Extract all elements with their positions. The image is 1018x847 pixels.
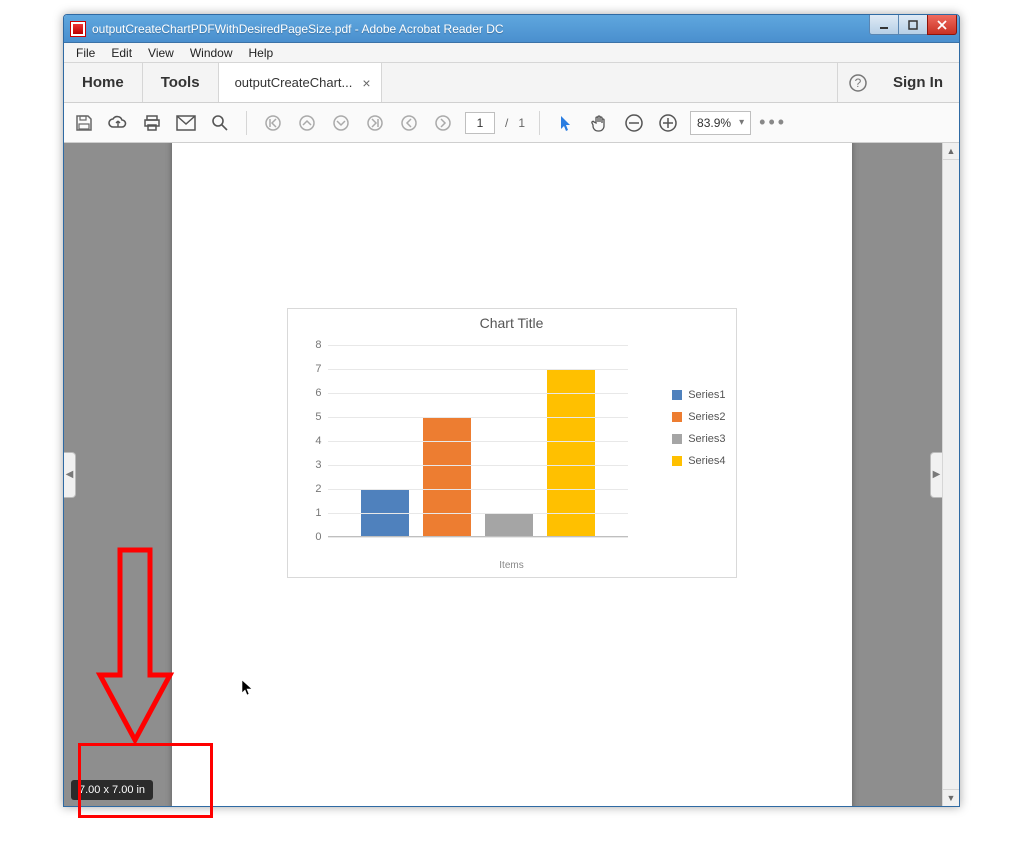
chart-y-tick: 3: [302, 459, 322, 471]
zoom-level-label: 83.9%: [697, 116, 731, 130]
document-area: ◀ ▶ ▲ ▼ Chart Title 012345678 Series1Ser…: [64, 143, 959, 806]
zoom-in-icon[interactable]: [656, 111, 680, 135]
legend-label: Series2: [688, 411, 725, 423]
menu-view[interactable]: View: [140, 46, 182, 60]
more-tools-icon[interactable]: •••: [761, 111, 785, 135]
app-window: outputCreateChartPDFWithDesiredPageSize.…: [63, 14, 960, 807]
menu-file[interactable]: File: [68, 46, 103, 60]
chart-gridline: [328, 345, 628, 346]
mail-icon[interactable]: [174, 111, 198, 135]
help-icon[interactable]: ?: [837, 63, 877, 102]
toolbar: 1 / 1 83.9% ▾ •••: [64, 103, 959, 143]
page-separator: /: [505, 116, 508, 130]
page-size-tooltip: 7.00 x 7.00 in: [71, 780, 153, 800]
chart-bar-series2: [423, 417, 471, 537]
chart-bar-series3: [485, 513, 533, 537]
hand-tool-icon[interactable]: [588, 111, 612, 135]
chart-y-tick: 1: [302, 507, 322, 519]
menu-help[interactable]: Help: [241, 46, 282, 60]
tab-tools[interactable]: Tools: [143, 63, 219, 102]
legend-swatch: [672, 456, 682, 466]
tab-home[interactable]: Home: [64, 63, 143, 102]
tab-document[interactable]: outputCreateChart... ×: [219, 62, 382, 102]
primary-tabs: Home Tools outputCreateChart... × ? Sign…: [64, 63, 959, 103]
pdf-page: Chart Title 012345678 Series1Series2Seri…: [172, 143, 852, 806]
panel-handle-right[interactable]: ▶: [930, 452, 942, 498]
app-icon: [70, 21, 86, 37]
mouse-cursor: [241, 679, 255, 700]
chart-x-label: Items: [288, 560, 736, 571]
tab-document-label: outputCreateChart...: [235, 75, 353, 90]
save-icon[interactable]: [72, 111, 96, 135]
zoom-out-icon[interactable]: [622, 111, 646, 135]
prev-page-icon[interactable]: [397, 111, 421, 135]
spacer: [382, 63, 837, 102]
maximize-button[interactable]: [898, 15, 928, 35]
chart-gridline: [328, 537, 628, 538]
cloud-icon[interactable]: [106, 111, 130, 135]
menu-edit[interactable]: Edit: [103, 46, 140, 60]
vertical-scrollbar[interactable]: ▲ ▼: [942, 143, 959, 806]
chevron-down-icon: ▾: [739, 117, 744, 128]
page-number-input[interactable]: 1: [465, 112, 495, 134]
legend-swatch: [672, 434, 682, 444]
last-page-icon[interactable]: [363, 111, 387, 135]
zoom-level-dropdown[interactable]: 83.9% ▾: [690, 111, 751, 135]
chart-y-tick: 4: [302, 435, 322, 447]
legend-item-series1: Series1: [672, 389, 725, 401]
signin-button[interactable]: Sign In: [877, 63, 959, 102]
legend-swatch: [672, 412, 682, 422]
panel-handle-left[interactable]: ◀: [64, 452, 76, 498]
selection-tool-icon[interactable]: [554, 111, 578, 135]
legend-item-series4: Series4: [672, 455, 725, 467]
chart-y-tick: 0: [302, 531, 322, 543]
menu-window[interactable]: Window: [182, 46, 241, 60]
separator: [539, 111, 540, 135]
scroll-down-icon[interactable]: ▼: [943, 789, 959, 806]
titlebar: outputCreateChartPDFWithDesiredPageSize.…: [64, 15, 959, 43]
chart-y-tick: 8: [302, 339, 322, 351]
chart-plot-area: [328, 345, 628, 537]
legend-swatch: [672, 390, 682, 400]
chart-y-tick: 5: [302, 411, 322, 423]
chart-y-tick: 2: [302, 483, 322, 495]
close-tab-icon[interactable]: ×: [362, 75, 370, 91]
separator: [246, 111, 247, 135]
scroll-up-icon[interactable]: ▲: [943, 143, 959, 160]
svg-text:?: ?: [854, 76, 861, 90]
menubar: File Edit View Window Help: [64, 43, 959, 63]
chart-gridline: [328, 489, 628, 490]
legend-label: Series4: [688, 455, 725, 467]
minimize-button[interactable]: [869, 15, 899, 35]
search-icon[interactable]: [208, 111, 232, 135]
close-button[interactable]: [927, 15, 957, 35]
legend-label: Series1: [688, 389, 725, 401]
chart-title: Chart Title: [288, 315, 736, 331]
chart-gridline: [328, 417, 628, 418]
chart-gridline: [328, 465, 628, 466]
next-page-icon[interactable]: [431, 111, 455, 135]
legend-label: Series3: [688, 433, 725, 445]
window-title: outputCreateChartPDFWithDesiredPageSize.…: [92, 22, 504, 36]
page-total: 1: [518, 116, 525, 130]
chart-gridline: [328, 513, 628, 514]
chart: Chart Title 012345678 Series1Series2Seri…: [287, 308, 737, 578]
window-buttons: [870, 15, 957, 35]
chart-gridline: [328, 441, 628, 442]
chart-y-tick: 6: [302, 387, 322, 399]
chart-gridline: [328, 369, 628, 370]
print-icon[interactable]: [140, 111, 164, 135]
legend-item-series3: Series3: [672, 433, 725, 445]
chart-bar-series4: [547, 369, 595, 537]
chart-y-tick: 7: [302, 363, 322, 375]
page-up-icon[interactable]: [295, 111, 319, 135]
chart-legend: Series1 Series2 Series3 Series4: [672, 389, 725, 467]
chart-gridline: [328, 393, 628, 394]
page-down-icon[interactable]: [329, 111, 353, 135]
first-page-icon[interactable]: [261, 111, 285, 135]
legend-item-series2: Series2: [672, 411, 725, 423]
